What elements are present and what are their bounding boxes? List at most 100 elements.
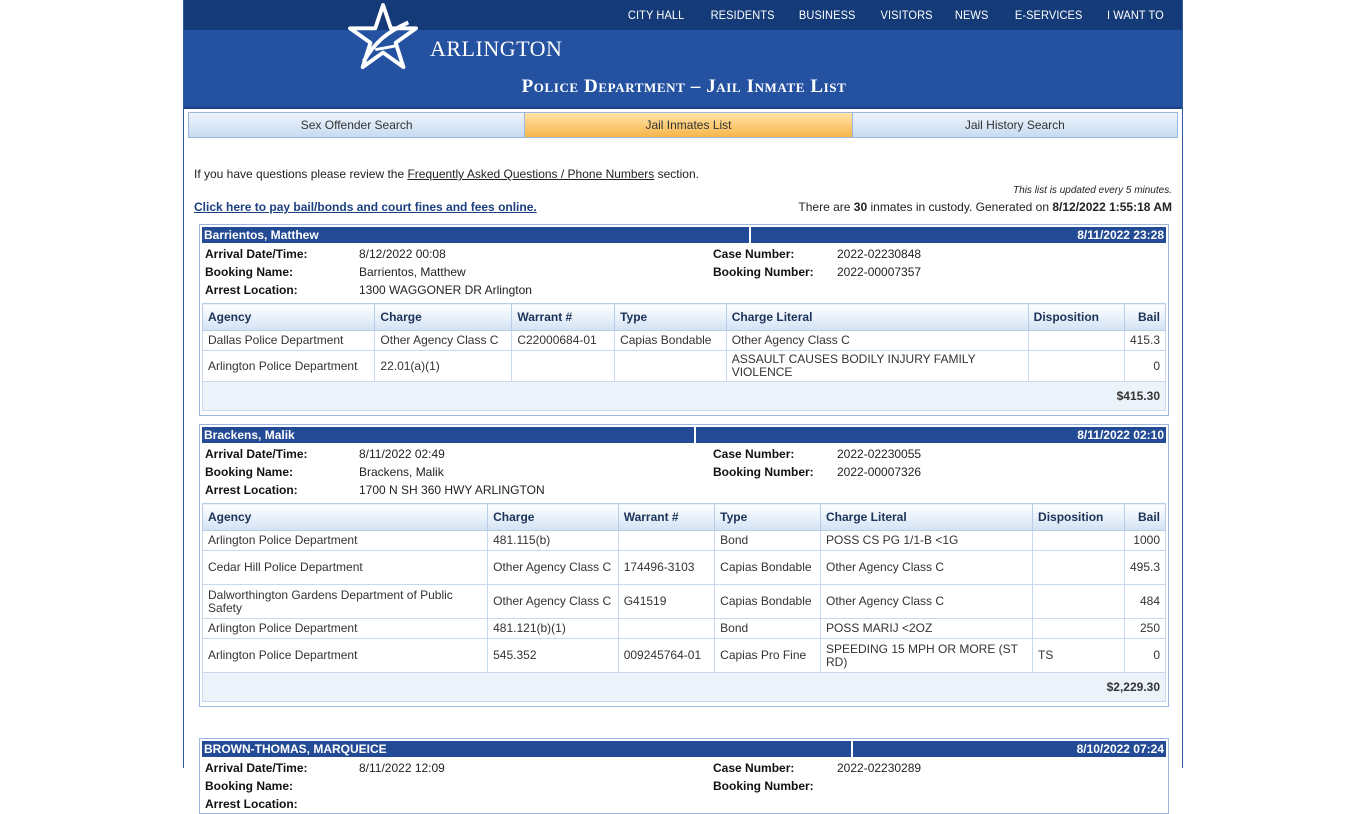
table-cell: 481.121(b)(1) (487, 618, 619, 639)
column-header: Agency (201, 303, 376, 331)
update-note: This list is updated every 5 minutes. (1013, 185, 1172, 196)
charges-table: Agency Charge Warrant # Type Charge Literal D… (201, 303, 1167, 411)
table-cell: SPEEDING 15 MPH OR MORE (ST RD) (819, 638, 1034, 673)
intro-text: If you have questions please review the … (194, 167, 699, 181)
table-cell (1027, 330, 1125, 351)
custody-summary: There are 30 inmates in custody. Generat… (798, 200, 1172, 214)
table-cell (1032, 618, 1125, 639)
charges-header-row: Agency Charge Warrant # Type Charge Literal D… (201, 503, 1167, 531)
table-cell: Capias Bondable (614, 330, 727, 351)
booking-number-label: Booking Number: (713, 265, 814, 279)
column-header: Disposition (1027, 303, 1125, 331)
section-tabs: Sex Offender Search Jail Inmates List Ja… (188, 112, 1178, 138)
faq-link[interactable]: Frequently Asked Questions / Phone Numbe… (407, 167, 654, 181)
column-header: Charge Literal (819, 503, 1034, 531)
arrest-location-value: 1700 N SH 360 HWY ARLINGTON (359, 483, 545, 497)
nav-i-want-to[interactable]: I WANT TO (1107, 0, 1164, 30)
arrest-location-value: 1300 WAGGONER DR Arlington (359, 283, 532, 297)
custody-prefix: There are (798, 200, 854, 214)
booking-name-value: Brackens, Malik (359, 465, 444, 479)
bail-total: $2,229.30 (202, 672, 1166, 702)
case-number-value: 2022-02230055 (837, 447, 922, 461)
charges-header-row: Agency Charge Warrant # Type Charge Literal D… (201, 303, 1167, 331)
charges-table: Agency Charge Warrant # Type Charge Literal D… (201, 503, 1167, 702)
table-cell: 415.3 (1123, 330, 1167, 351)
record-spacer (200, 411, 1168, 415)
column-header: Agency (201, 503, 489, 531)
table-cell: 481.115(b) (487, 530, 619, 551)
inmate-name: Barrientos, Matthew (202, 227, 751, 243)
table-cell (614, 350, 727, 382)
arrival-value: 8/11/2022 12:09 (359, 761, 445, 775)
record-spacer (200, 702, 1168, 706)
table-row: Arlington Police Department 545.352 009245… (201, 638, 1167, 673)
arrival-label: Arrival Date/Time: (205, 447, 308, 461)
nav-business[interactable]: BUSINESS (799, 0, 856, 30)
booking-name-value: Barrientos, Matthew (359, 265, 466, 279)
case-number-label: Case Number: (713, 761, 795, 775)
table-cell: 1000 (1123, 530, 1167, 551)
table-cell: POSS MARIJ <2OZ (819, 618, 1034, 639)
record-header: BROWN-THOMAS, MARQUEICE 8/10/2022 07:24 (202, 741, 1166, 757)
total-row: $415.30 (202, 381, 1166, 411)
table-cell: 495.3 (1123, 550, 1167, 585)
table-cell: Other Agency Class C (725, 330, 1029, 351)
booking-date: 8/11/2022 02:10 (696, 427, 1166, 443)
top-navigation: CITY HALL RESIDENTS BUSINESS VISITORS NE… (184, 0, 1182, 30)
tab-sex-offender-search[interactable]: Sex Offender Search (189, 113, 525, 137)
table-cell: Other Agency Class C (487, 550, 619, 585)
tab-jail-history-search[interactable]: Jail History Search (851, 113, 1177, 137)
tab-jail-inmates-list[interactable]: Jail Inmates List (524, 113, 852, 137)
bail-total: $415.30 (202, 381, 1166, 411)
table-cell: 484 (1123, 584, 1167, 619)
table-cell: Arlington Police Department (201, 638, 489, 673)
total-row: $2,229.30 (202, 672, 1166, 702)
table-cell: 22.01(a)(1) (374, 350, 513, 382)
table-row: Dalworthington Gardens Department of Pub… (201, 584, 1167, 619)
column-header: Charge (374, 303, 513, 331)
arrival-label: Arrival Date/Time: (205, 761, 308, 775)
table-cell: Arlington Police Department (201, 530, 489, 551)
site-banner: CITY HALL RESIDENTS BUSINESS VISITORS NE… (184, 0, 1182, 109)
nav-news[interactable]: NEWS (955, 0, 988, 30)
booking-date: 8/10/2022 07:24 (853, 741, 1166, 757)
page-title: Police Department – Jail Inmate List (521, 76, 847, 97)
inmate-record: Barrientos, Matthew 8/11/2022 23:28 Arriva… (199, 224, 1169, 416)
table-cell: C22000684-01 (511, 330, 616, 351)
table-cell: Other Agency Class C (487, 584, 619, 619)
booking-number-value: 2022-00007357 (837, 265, 922, 279)
table-cell: Other Agency Class C (819, 584, 1034, 619)
arlington-star-logo-icon[interactable] (346, 3, 424, 71)
intro-after: section. (654, 167, 699, 181)
table-cell: Bond (714, 618, 821, 639)
table-cell: Capias Bondable (714, 550, 821, 585)
table-cell: Arlington Police Department (201, 618, 489, 639)
nav-city-hall[interactable]: CITY HALL (628, 0, 684, 30)
table-cell: 009245764-01 (617, 638, 716, 673)
nav-e-services[interactable]: E-SERVICES (1015, 0, 1083, 30)
table-cell: 250 (1123, 618, 1167, 639)
table-cell (511, 350, 616, 382)
record-info: Arrival Date/Time: 8/12/2022 00:08 Booking… (200, 245, 1168, 299)
booking-number-label: Booking Number: (713, 779, 814, 793)
table-cell: Dalworthington Gardens Department of Pub… (201, 584, 489, 619)
pay-bail-link[interactable]: Click here to pay bail/bonds and court f… (194, 200, 537, 214)
nav-residents[interactable]: RESIDENTS (710, 0, 774, 30)
arrest-location-label: Arrest Location: (205, 797, 298, 811)
record-header: Barrientos, Matthew 8/11/2022 23:28 (202, 227, 1166, 243)
case-number-label: Case Number: (713, 447, 795, 461)
booking-name-label: Booking Name: (205, 779, 294, 793)
table-cell: 174496-3103 (617, 550, 716, 585)
column-header: Type (614, 303, 727, 331)
table-cell: Dallas Police Department (201, 330, 376, 351)
booking-name-label: Booking Name: (205, 265, 294, 279)
table-cell (1027, 350, 1125, 382)
booking-date: 8/11/2022 23:28 (751, 227, 1166, 243)
table-cell (1032, 584, 1125, 619)
inmate-count: 30 (853, 200, 868, 214)
logo-text[interactable]: ARLINGTON (430, 36, 562, 62)
table-cell: 0 (1123, 638, 1167, 673)
nav-visitors[interactable]: VISITORS (880, 0, 932, 30)
table-row: Arlington Police Department 22.01(a)(1) AS… (201, 350, 1167, 382)
page-container: CITY HALL RESIDENTS BUSINESS VISITORS NE… (183, 0, 1183, 814)
